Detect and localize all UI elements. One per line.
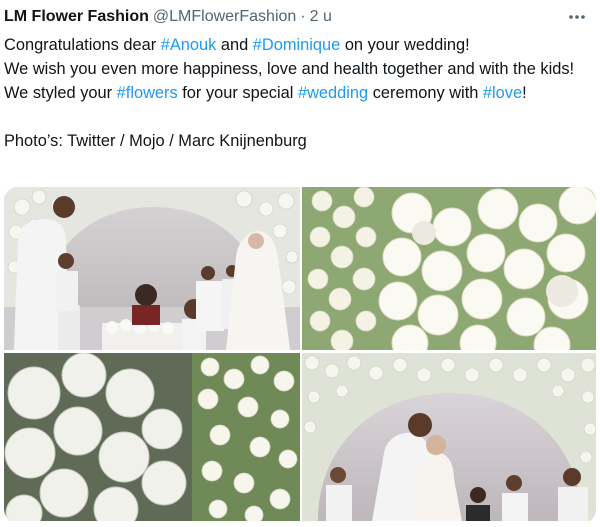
tweet-header: LM Flower Fashion @LMFlowerFashion · 2 u (4, 6, 592, 28)
tweet-line-3: We styled your #flowers for your special… (4, 81, 594, 105)
hashtag-wedding[interactable]: #wedding (298, 84, 368, 102)
hashtag-dominique[interactable]: #Dominique (253, 36, 340, 54)
photo-flower-wall-image (302, 187, 596, 350)
text-segment: and (216, 36, 253, 54)
text-segment: We styled your (4, 84, 117, 102)
text-segment: for your special (177, 84, 298, 102)
photo-credit: Photo’s: Twitter / Mojo / Marc Knijnenbu… (4, 132, 307, 150)
tweet-line-1: Congratulations dear #Anouk and #Dominiq… (4, 33, 594, 57)
hashtag-love[interactable]: #love (483, 84, 522, 102)
tweet-line-2: We wish you even more happiness, love an… (4, 60, 575, 78)
photo-couple-kiss-image (302, 353, 596, 521)
text-segment: ! (522, 84, 527, 102)
photo-ceremony-arch-image (4, 187, 300, 350)
photo-white-roses[interactable] (4, 353, 300, 521)
text-segment: Congratulations dear (4, 36, 161, 54)
photo-couple-kiss[interactable] (302, 353, 596, 521)
tweet-text: Congratulations dear #Anouk and #Dominiq… (4, 33, 594, 153)
author-handle[interactable]: @LMFlowerFashion (153, 8, 296, 26)
tweet-timestamp[interactable]: 2 u (310, 8, 332, 26)
photo-flower-wall[interactable] (302, 187, 596, 350)
separator-dot: · (300, 8, 306, 25)
text-segment: ceremony with (368, 84, 483, 102)
tweet-card: LM Flower Fashion @LMFlowerFashion · 2 u… (0, 0, 600, 527)
text-segment: on your wedding! (340, 36, 470, 54)
hashtag-flowers[interactable]: #flowers (117, 84, 178, 102)
photo-white-roses-image (4, 353, 300, 521)
hashtag-anouk[interactable]: #Anouk (161, 36, 217, 54)
more-options-button[interactable] (562, 6, 592, 28)
photo-ceremony-arch[interactable] (4, 187, 300, 350)
ellipsis-horizontal-icon (569, 15, 585, 19)
author-name[interactable]: LM Flower Fashion (4, 8, 149, 26)
photo-grid (4, 187, 596, 523)
